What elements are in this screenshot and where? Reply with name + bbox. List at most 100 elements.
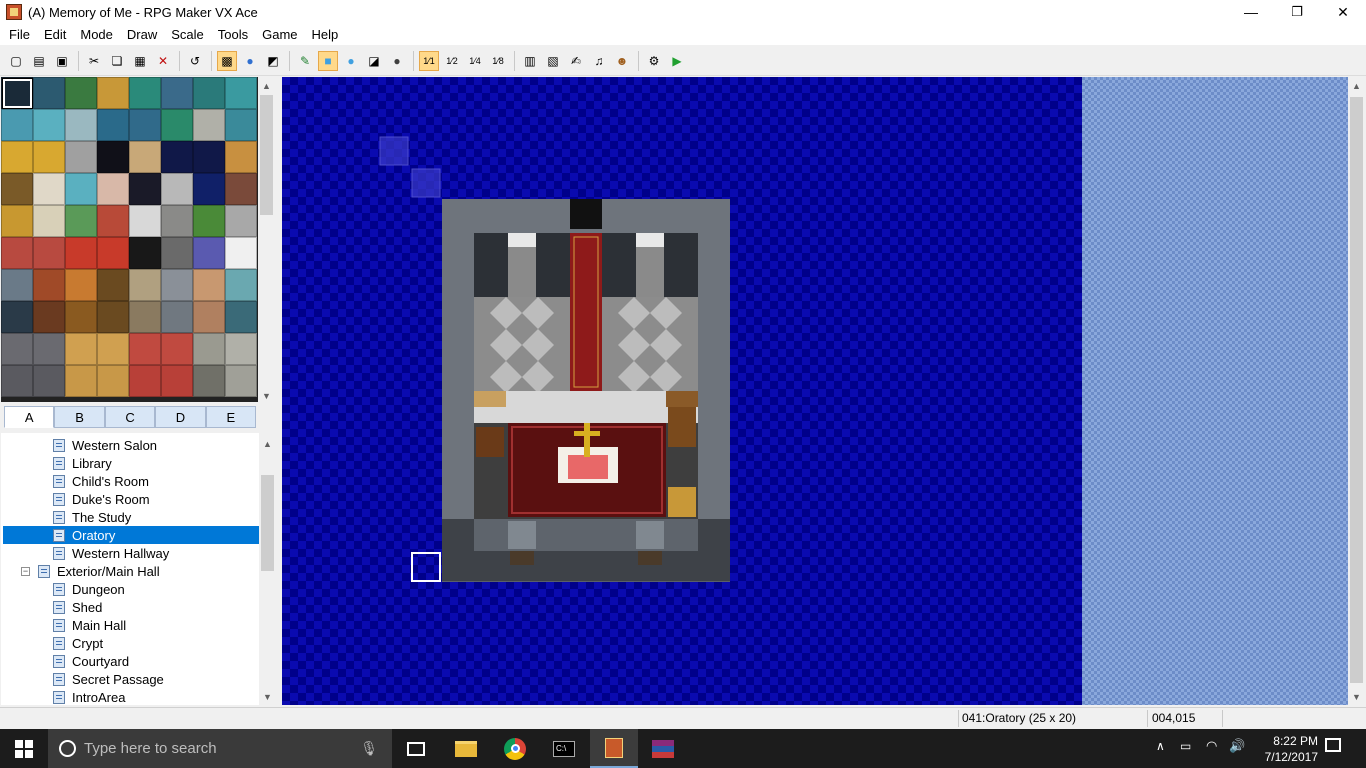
tileset-tile[interactable] (225, 269, 257, 301)
tileset-tile[interactable] (225, 237, 257, 269)
save-project-icon[interactable]: ▣ (52, 51, 72, 71)
tileset-tile[interactable] (225, 301, 257, 333)
menu-tools[interactable]: Tools (211, 27, 255, 42)
tileset-tile[interactable] (225, 365, 257, 397)
tileset-tile[interactable] (1, 141, 33, 173)
map-tree-scrollbar[interactable]: ▲ ▼ (259, 435, 276, 705)
scroll-up-icon[interactable]: ▲ (1348, 77, 1365, 94)
tileset-tile[interactable] (225, 205, 257, 237)
character-generator-icon[interactable]: ☻ (612, 51, 632, 71)
tileset-tile[interactable] (65, 173, 97, 205)
copy-icon[interactable]: ❏ (107, 51, 127, 71)
delete-icon[interactable]: ✕ (153, 51, 173, 71)
tileset-tile[interactable] (97, 301, 129, 333)
tileset-tile[interactable] (225, 141, 257, 173)
tileset-tile[interactable] (97, 365, 129, 397)
tileset-tile[interactable] (193, 301, 225, 333)
command-prompt-icon[interactable]: C:\ (540, 729, 588, 768)
restore-button[interactable]: ❐ (1274, 0, 1320, 24)
scale-1-1-icon[interactable]: 1⁄1 (419, 50, 439, 71)
scroll-down-icon[interactable]: ▼ (259, 688, 276, 705)
volume-icon[interactable]: 🔊 (1229, 738, 1245, 754)
tileset-tile[interactable] (129, 237, 161, 269)
tileset-tile[interactable] (193, 269, 225, 301)
scale-1-2-icon[interactable]: 1⁄2 (442, 51, 462, 71)
scroll-thumb[interactable] (261, 475, 274, 571)
map-tree-item[interactable]: − Exterior/Main Hall (21, 562, 258, 580)
tileset-tile[interactable] (1, 269, 33, 301)
map-tree-item[interactable]: Western Hallway (53, 544, 258, 562)
map-mode-icon[interactable]: ▩ (217, 50, 237, 71)
tileset-tile[interactable] (97, 205, 129, 237)
tileset-tile[interactable] (33, 205, 65, 237)
tileset-tile[interactable] (129, 173, 161, 205)
tileset-tile[interactable] (193, 109, 225, 141)
tileset-tile[interactable] (129, 205, 161, 237)
open-project-icon[interactable]: ▤ (29, 51, 49, 71)
new-project-icon[interactable]: ▢ (6, 51, 26, 71)
tileset-tile[interactable] (161, 301, 193, 333)
tileset-palette[interactable] (1, 77, 258, 402)
chrome-icon[interactable] (491, 729, 539, 768)
tileset-tile[interactable] (33, 301, 65, 333)
scale-1-4-icon[interactable]: 1⁄4 (465, 51, 485, 71)
tileset-tile[interactable] (1, 365, 33, 397)
tileset-tile[interactable] (33, 365, 65, 397)
tileset-tile[interactable] (161, 333, 193, 365)
paste-icon[interactable]: ▦ (130, 51, 150, 71)
menu-edit[interactable]: Edit (37, 27, 73, 42)
tileset-tile[interactable] (193, 205, 225, 237)
scroll-thumb[interactable] (260, 95, 273, 215)
scroll-up-icon[interactable]: ▲ (258, 77, 275, 94)
scroll-down-icon[interactable]: ▼ (258, 387, 275, 404)
tileset-tile[interactable] (225, 333, 257, 365)
tileset-tile[interactable] (161, 365, 193, 397)
tileset-tile[interactable] (97, 173, 129, 205)
task-view-icon[interactable] (392, 729, 440, 768)
tileset-tile[interactable] (97, 333, 129, 365)
map-editor[interactable] (282, 77, 1348, 705)
tileset-tile[interactable] (1, 333, 33, 365)
map-tree-item[interactable]: Secret Passage (53, 670, 258, 688)
tileset-tab-c[interactable]: C (104, 406, 156, 428)
microphone-icon[interactable]: 🎙 (360, 740, 378, 757)
map-tree-item[interactable]: Courtyard (53, 652, 258, 670)
tileset-tab-d[interactable]: D (155, 406, 206, 428)
taskbar-search[interactable]: Type here to search 🎙 (48, 729, 392, 768)
file-explorer-icon[interactable] (442, 729, 490, 768)
tileset-tile[interactable] (33, 237, 65, 269)
undo-icon[interactable]: ↺ (185, 51, 205, 71)
map-tree-item[interactable]: Western Salon (53, 436, 258, 454)
tileset-tile[interactable] (161, 109, 193, 141)
tileset-tile[interactable] (33, 109, 65, 141)
tileset-tile[interactable] (97, 237, 129, 269)
tileset-tile[interactable] (193, 237, 225, 269)
tileset-tile[interactable] (65, 237, 97, 269)
tileset-tile[interactable] (193, 173, 225, 205)
scale-1-8-icon[interactable]: 1⁄8 (488, 51, 508, 71)
tileset-tile[interactable] (65, 141, 97, 173)
map-tree-item[interactable]: Library (53, 454, 258, 472)
tileset-scrollbar[interactable]: ▲ ▼ (258, 77, 275, 404)
tileset-tile[interactable] (161, 141, 193, 173)
map-scrollbar[interactable]: ▲ ▼ (1348, 77, 1365, 705)
tileset-tile[interactable] (161, 205, 193, 237)
tileset-tile[interactable] (1, 205, 33, 237)
tileset-tile[interactable] (97, 141, 129, 173)
tileset-tile[interactable] (129, 269, 161, 301)
tileset-tile[interactable] (161, 269, 193, 301)
tileset-tile[interactable] (97, 77, 129, 109)
tileset-tile[interactable] (193, 333, 225, 365)
tileset-tile[interactable] (129, 301, 161, 333)
battery-icon[interactable]: ▭ (1180, 739, 1191, 753)
tileset-tile[interactable] (97, 109, 129, 141)
tileset-tile[interactable] (65, 269, 97, 301)
system-clock[interactable]: 8:22 PM 7/12/2017 (1265, 733, 1318, 765)
tileset-tile[interactable] (129, 77, 161, 109)
menu-game[interactable]: Game (255, 27, 304, 42)
wifi-icon[interactable]: ◠ (1206, 738, 1217, 754)
options-icon[interactable]: ⚙ (644, 51, 664, 71)
tileset-tile[interactable] (225, 173, 257, 205)
tileset-tile[interactable] (129, 365, 161, 397)
scroll-up-icon[interactable]: ▲ (259, 435, 276, 452)
